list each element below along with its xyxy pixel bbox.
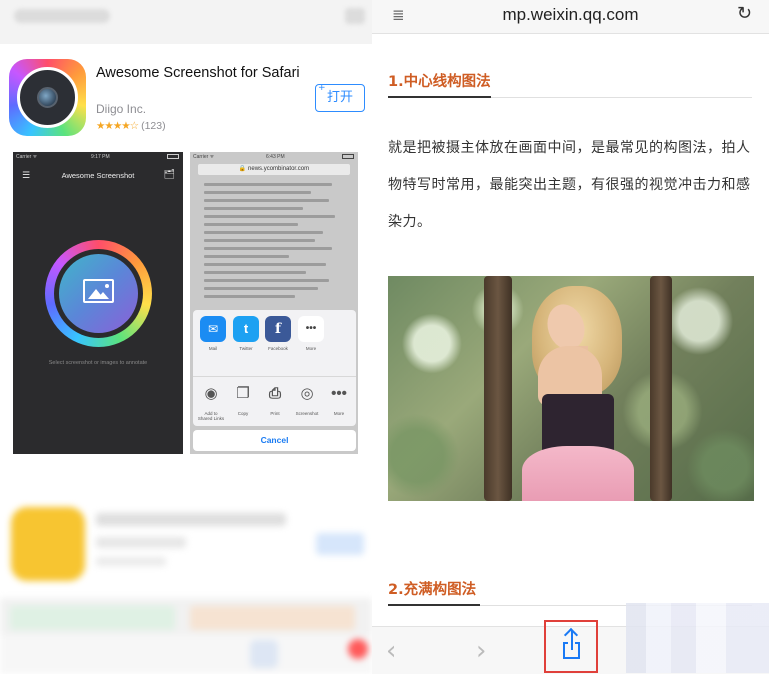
blurred-text	[96, 513, 286, 526]
app-nav-title: Awesome Screenshot	[61, 171, 135, 180]
blurred-tab-icon	[250, 640, 278, 668]
figure-skirt	[522, 446, 634, 501]
share-label: Mail	[208, 346, 218, 351]
app-icon-awesome-screenshot[interactable]	[9, 59, 86, 136]
carrier-label: Carrier ᯤ	[16, 154, 38, 160]
image-icon	[83, 279, 114, 303]
blurred-app-icon	[11, 507, 85, 581]
battery-icon	[342, 154, 354, 159]
action-label: Add to Shared Links	[197, 411, 225, 421]
url-text[interactable]: mp.weixin.qq.com	[372, 5, 769, 25]
share-button-highlight[interactable]	[544, 620, 598, 673]
action-label: Print	[270, 411, 280, 416]
address-bar[interactable]: ≣ mp.weixin.qq.com ↻	[372, 0, 769, 34]
carrier-label: Carrier ᯤ	[193, 154, 215, 160]
reload-icon[interactable]: ↻	[737, 3, 752, 24]
section-title-1: 1.中心线构图法	[388, 74, 491, 90]
status-time: 6:43 PM	[266, 154, 285, 160]
app-store-panel: Awesome Screenshot for Safari Diigo Inc.…	[0, 0, 372, 674]
screenshot-icon: ◎	[300, 385, 314, 402]
rating-count: (123)	[141, 120, 166, 132]
camera-lens-icon	[37, 87, 58, 108]
share-mail[interactable]: ✉ Mail	[199, 316, 227, 351]
blurred-header-icon	[345, 8, 365, 24]
action-shared-links[interactable]: ◉ Add to Shared Links	[197, 381, 225, 421]
shared-links-icon: ◉	[204, 385, 218, 402]
share-label: Facebook	[268, 346, 288, 351]
share-more[interactable]: ••• More	[297, 316, 325, 351]
blurred-search	[14, 9, 110, 23]
mountain-shape-small	[97, 292, 109, 299]
app-rating: ★★★★☆ (123)	[96, 120, 166, 132]
share-facebook[interactable]: f Facebook	[264, 316, 292, 351]
share-label: Twitter	[239, 346, 253, 351]
browser-toolbar: ‹ ›	[372, 603, 769, 674]
blurred-get-button	[316, 533, 364, 555]
cancel-button[interactable]: Cancel	[193, 430, 356, 451]
app-developer[interactable]: Diigo Inc.	[96, 102, 146, 116]
article-paragraph: 就是把被摄主体放在画面中间，是最常见的构图法，拍人物特写时常用，最能突出主题，有…	[388, 140, 751, 230]
copy-icon: ❐	[236, 385, 250, 402]
app-screenshot-1[interactable]: Carrier ᯤ 9:17 PM ☰ Awesome Screenshot 🗂…	[13, 152, 183, 454]
blurred-block	[10, 606, 175, 630]
select-image-ring	[45, 240, 152, 347]
mail-icon: ✉	[200, 316, 226, 342]
action-label: Screenshot	[295, 411, 319, 416]
action-more[interactable]: ••• More	[325, 381, 353, 416]
action-print[interactable]: ⎙ Print	[261, 381, 289, 416]
star-rating-icon: ★★★★☆	[96, 120, 139, 132]
status-bar: Carrier ᯤ 9:17 PM	[13, 152, 183, 162]
mosaic-watermark	[626, 603, 769, 673]
forward-icon[interactable]: ›	[476, 636, 486, 666]
blurred-header	[0, 0, 372, 44]
more-icon: •••	[298, 316, 324, 342]
camera-lens-ring-icon	[17, 67, 78, 128]
back-icon[interactable]: ‹	[386, 636, 396, 666]
share-label: More	[305, 346, 317, 351]
section-underline	[388, 96, 491, 98]
more-icon: •••	[331, 385, 347, 402]
print-icon: ⎙	[268, 385, 281, 402]
sun-shape	[105, 284, 109, 288]
tree-trunk	[650, 276, 672, 501]
twitter-icon: t	[233, 316, 259, 342]
article-list-lines	[204, 183, 346, 303]
app-screenshot-2[interactable]: Carrier ᯤ 6:43 PM 🔒 news.ycombinator.com…	[190, 152, 358, 454]
gallery-icon: 🗂	[163, 169, 175, 179]
blurred-text	[96, 537, 186, 548]
figure-top	[542, 394, 614, 452]
facebook-icon: f	[265, 316, 291, 342]
share-twitter[interactable]: t Twitter	[232, 316, 260, 351]
status-bar: Carrier ᯤ 6:43 PM	[190, 152, 358, 161]
tree-trunk	[484, 276, 512, 501]
app-nav-bar: ☰ Awesome Screenshot 🗂	[13, 164, 183, 186]
plus-icon: +	[318, 83, 326, 93]
select-hint: Select screenshot or images to annotate	[48, 360, 148, 366]
blurred-block	[190, 606, 355, 630]
open-button-label: 打开	[326, 90, 353, 105]
status-time: 9:17 PM	[91, 154, 110, 160]
article-photo	[388, 276, 754, 501]
blurred-tab-bar	[0, 635, 372, 674]
open-button[interactable]: + 打开	[315, 83, 365, 112]
section-title-2: 2.充满构图法	[388, 582, 477, 598]
section-underline	[388, 604, 480, 606]
blurred-text	[96, 557, 166, 566]
action-copy[interactable]: ❐ Copy	[229, 381, 257, 416]
blurred-app-listing	[0, 485, 372, 674]
battery-icon	[167, 154, 179, 159]
safari-article-panel: ≣ mp.weixin.qq.com ↻ 1.中心线构图法 就是把被摄主体放在画…	[372, 0, 769, 674]
share-arrow-head	[563, 627, 579, 643]
blurred-badge	[348, 639, 368, 659]
action-row: ◉ Add to Shared Links ❐ Copy ⎙ Print ◎ S…	[193, 376, 356, 421]
action-label: Copy	[237, 411, 249, 416]
action-screenshot[interactable]: ◎ Screenshot	[293, 381, 321, 416]
action-label: More	[333, 411, 345, 416]
blurred-band	[0, 598, 372, 638]
app-title[interactable]: Awesome Screenshot for Safari	[96, 64, 306, 82]
mini-url-bar: 🔒 news.ycombinator.com	[198, 164, 350, 175]
share-sheet: ✉ Mail t Twitter f Facebook ••• More ◉ A…	[193, 310, 356, 426]
